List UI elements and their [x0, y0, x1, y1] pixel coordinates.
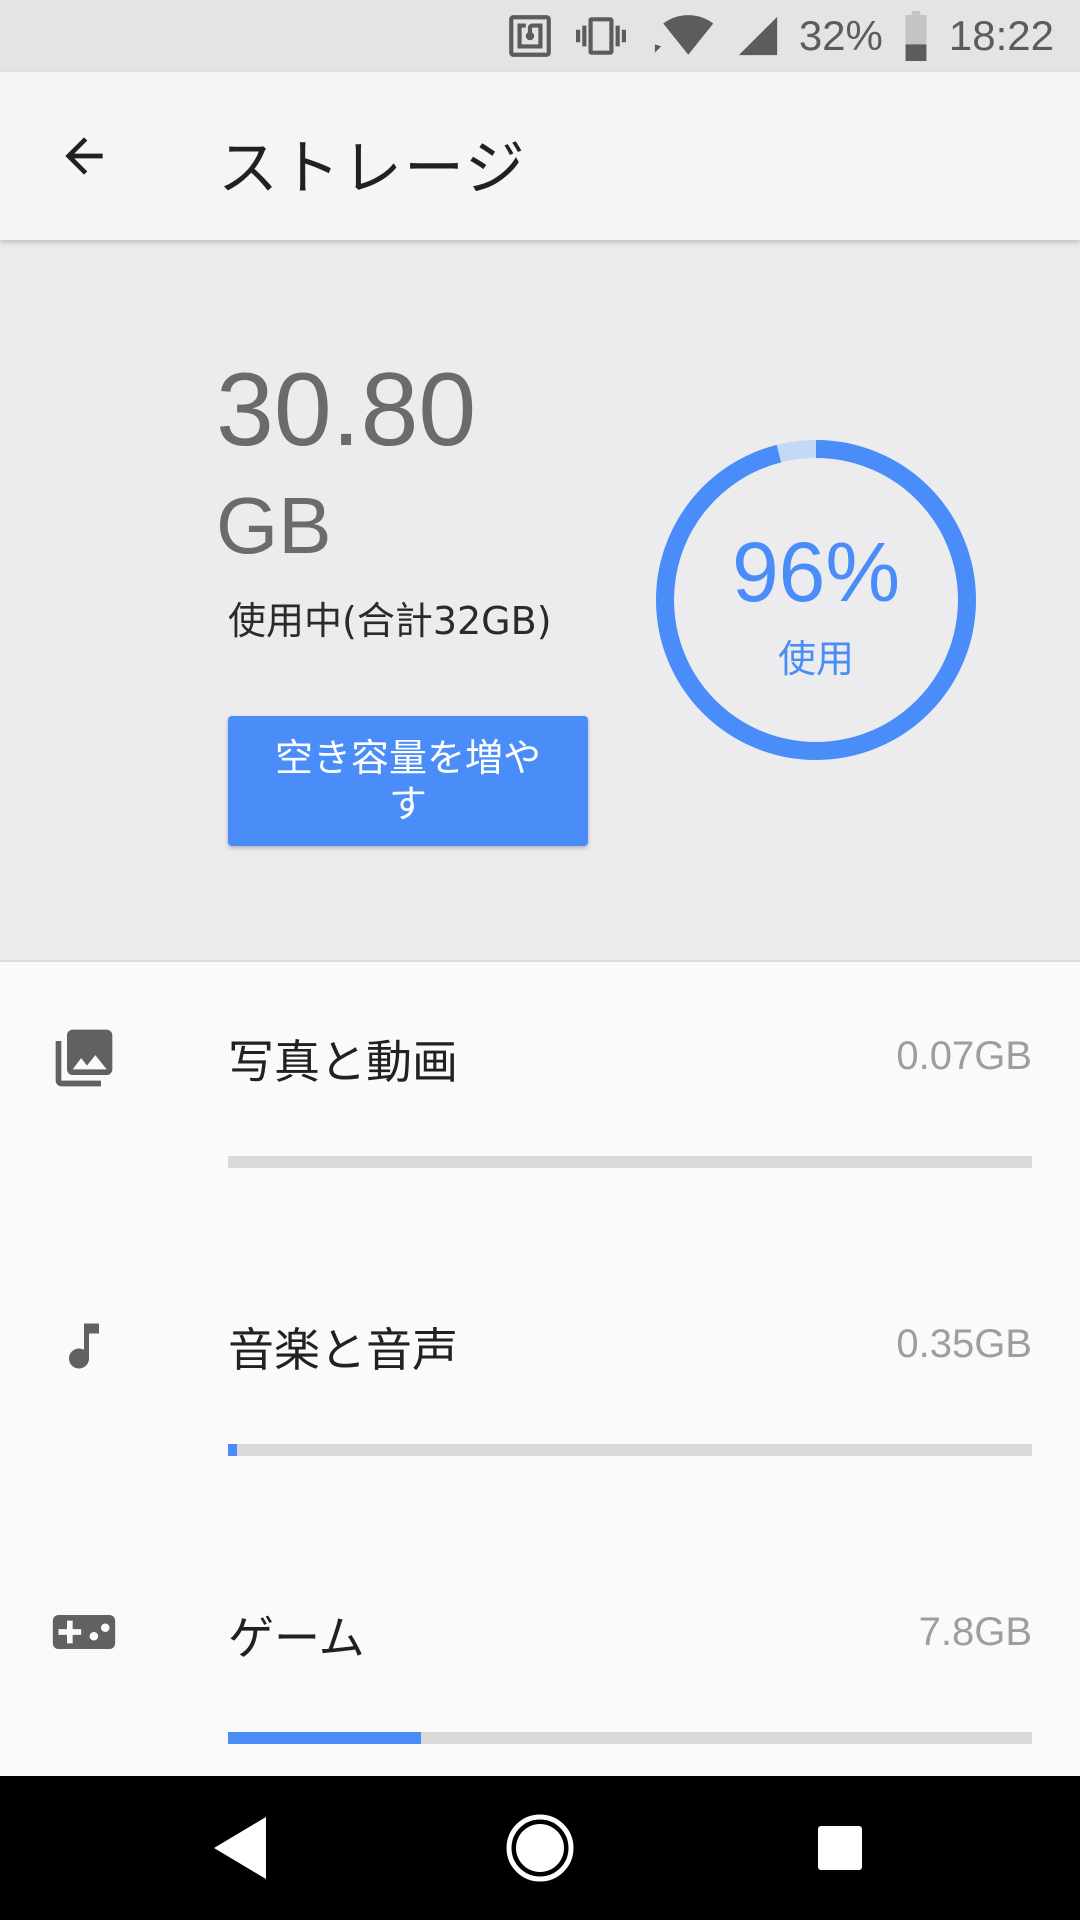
category-label: 音楽と音声: [228, 1323, 458, 1377]
category-photos-videos[interactable]: 写真と動画 0.07GB: [0, 964, 1080, 1252]
app-bar: ストレージ: [0, 72, 1080, 240]
category-usage-bar: [228, 1156, 1032, 1168]
nav-back-icon[interactable]: [204, 1812, 276, 1884]
wifi-icon: [647, 11, 717, 61]
used-caption: 使用中(合計32GB): [228, 599, 552, 643]
arrow-back-icon[interactable]: [52, 128, 116, 184]
category-usage-bar: [228, 1732, 1032, 1744]
used-value: 30.80: [216, 352, 477, 468]
photo-library-icon: [50, 1024, 118, 1092]
signal-icon: [735, 12, 781, 60]
usage-label: 使用: [777, 637, 854, 681]
free-up-space-button[interactable]: 空き容量を増やす: [228, 716, 588, 846]
category-label: 写真と動画: [228, 1035, 458, 1089]
navigation-bar: [0, 1776, 1080, 1920]
category-size: 0.35GB: [896, 1322, 1032, 1366]
category-usage-fill: [228, 1732, 421, 1744]
nav-home-icon[interactable]: [504, 1812, 576, 1884]
storage-category-list: 写真と動画 0.07GB 音楽と音声 0.35GB ゲーム 7.8GB: [0, 964, 1080, 1776]
category-label: ゲーム: [228, 1611, 365, 1665]
battery-percent: 32%: [798, 12, 883, 59]
storage-summary: 30.80 GB 使用中(合計32GB) 空き容量を増やす 96% 使用: [0, 240, 1080, 962]
music-note-icon: [50, 1312, 118, 1380]
nfc-icon: [505, 11, 555, 61]
category-music-audio[interactable]: 音楽と音声 0.35GB: [0, 1252, 1080, 1540]
gamepad-icon: [50, 1598, 118, 1666]
category-usage-bar: [228, 1444, 1032, 1456]
clock: 18:22: [948, 12, 1054, 59]
usage-percent: 96%: [731, 525, 901, 619]
used-unit: GB: [216, 481, 332, 570]
category-usage-fill: [228, 1444, 237, 1456]
page-title: ストレージ: [218, 134, 527, 204]
status-bar: 32% 18:22: [0, 0, 1080, 72]
category-size: 0.07GB: [896, 1034, 1032, 1078]
battery-icon: [901, 11, 931, 61]
vibrate-icon: [573, 11, 629, 61]
category-size: 7.8GB: [918, 1610, 1032, 1654]
nav-recents-icon[interactable]: [804, 1812, 876, 1884]
